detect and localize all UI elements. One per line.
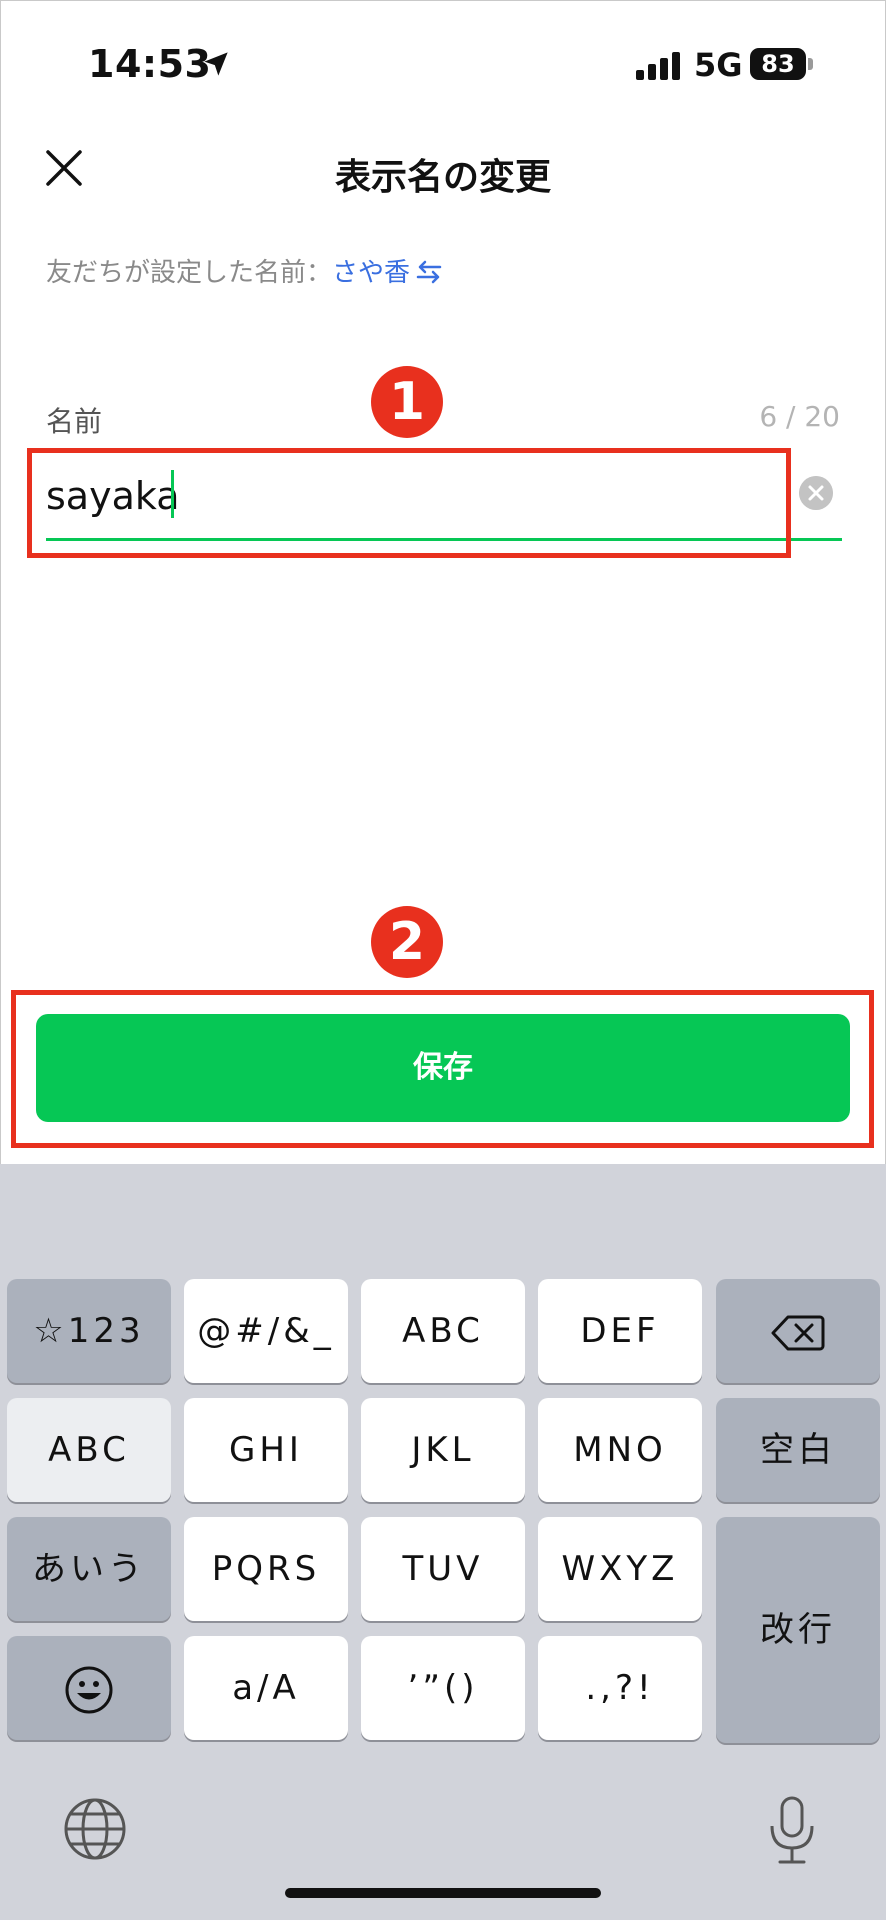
key-ghi[interactable]: GHI <box>184 1398 348 1502</box>
status-time: 14:53 <box>88 42 212 86</box>
key-mno[interactable]: MNO <box>538 1398 702 1502</box>
character-count: 6 / 20 <box>759 400 840 433</box>
location-arrow-icon <box>204 52 228 76</box>
key-abc[interactable]: ABC <box>361 1279 525 1383</box>
key-def[interactable]: DEF <box>538 1279 702 1383</box>
swap-arrows-icon[interactable] <box>414 259 444 285</box>
clear-input-icon[interactable] <box>799 476 833 510</box>
delete-backspace-icon <box>771 1315 825 1350</box>
cellular-signal-icon <box>636 52 680 80</box>
key-symbols[interactable]: ☆123 <box>7 1279 171 1383</box>
network-type: 5G <box>694 46 743 84</box>
key-case-toggle[interactable]: a/A <box>184 1636 348 1740</box>
key-marks[interactable]: .,?! <box>538 1636 702 1740</box>
key-kana-mode[interactable]: あいう <box>7 1517 171 1621</box>
save-button[interactable]: 保存 <box>36 1014 850 1122</box>
annotation-highlight-name-field <box>27 448 791 558</box>
friend-set-name-value[interactable]: さや香 <box>332 258 410 288</box>
key-abc-mode[interactable]: ABC <box>7 1398 171 1502</box>
key-wxyz[interactable]: WXYZ <box>538 1517 702 1621</box>
page-title: 表示名の変更 <box>334 157 551 198</box>
annotation-marker-1: 1 <box>371 366 443 438</box>
globe-icon[interactable] <box>62 1796 128 1862</box>
home-indicator[interactable] <box>285 1888 601 1898</box>
microphone-icon[interactable] <box>762 1794 822 1866</box>
key-tuv[interactable]: TUV <box>361 1517 525 1621</box>
name-field-label: 名前 <box>46 405 103 438</box>
battery-level: 83 <box>750 48 806 80</box>
key-pqrs[interactable]: PQRS <box>184 1517 348 1621</box>
key-space[interactable]: 空白 <box>716 1398 880 1502</box>
friend-set-name-label: 友だちが設定した名前： <box>46 258 333 288</box>
annotation-marker-2: 2 <box>371 906 443 978</box>
key-delete[interactable] <box>716 1279 880 1383</box>
key-quotes[interactable]: ’”() <box>361 1636 525 1740</box>
key-jkl[interactable]: JKL <box>361 1398 525 1502</box>
key-return[interactable]: 改行 <box>716 1517 880 1743</box>
key-punctuation[interactable]: @#/&_ <box>184 1279 348 1383</box>
friend-set-name-row: 友だちが設定した名前：さや香 <box>46 252 444 289</box>
key-emoji[interactable] <box>7 1636 171 1740</box>
battery-tip <box>808 58 813 70</box>
emoji-icon <box>65 1666 113 1713</box>
